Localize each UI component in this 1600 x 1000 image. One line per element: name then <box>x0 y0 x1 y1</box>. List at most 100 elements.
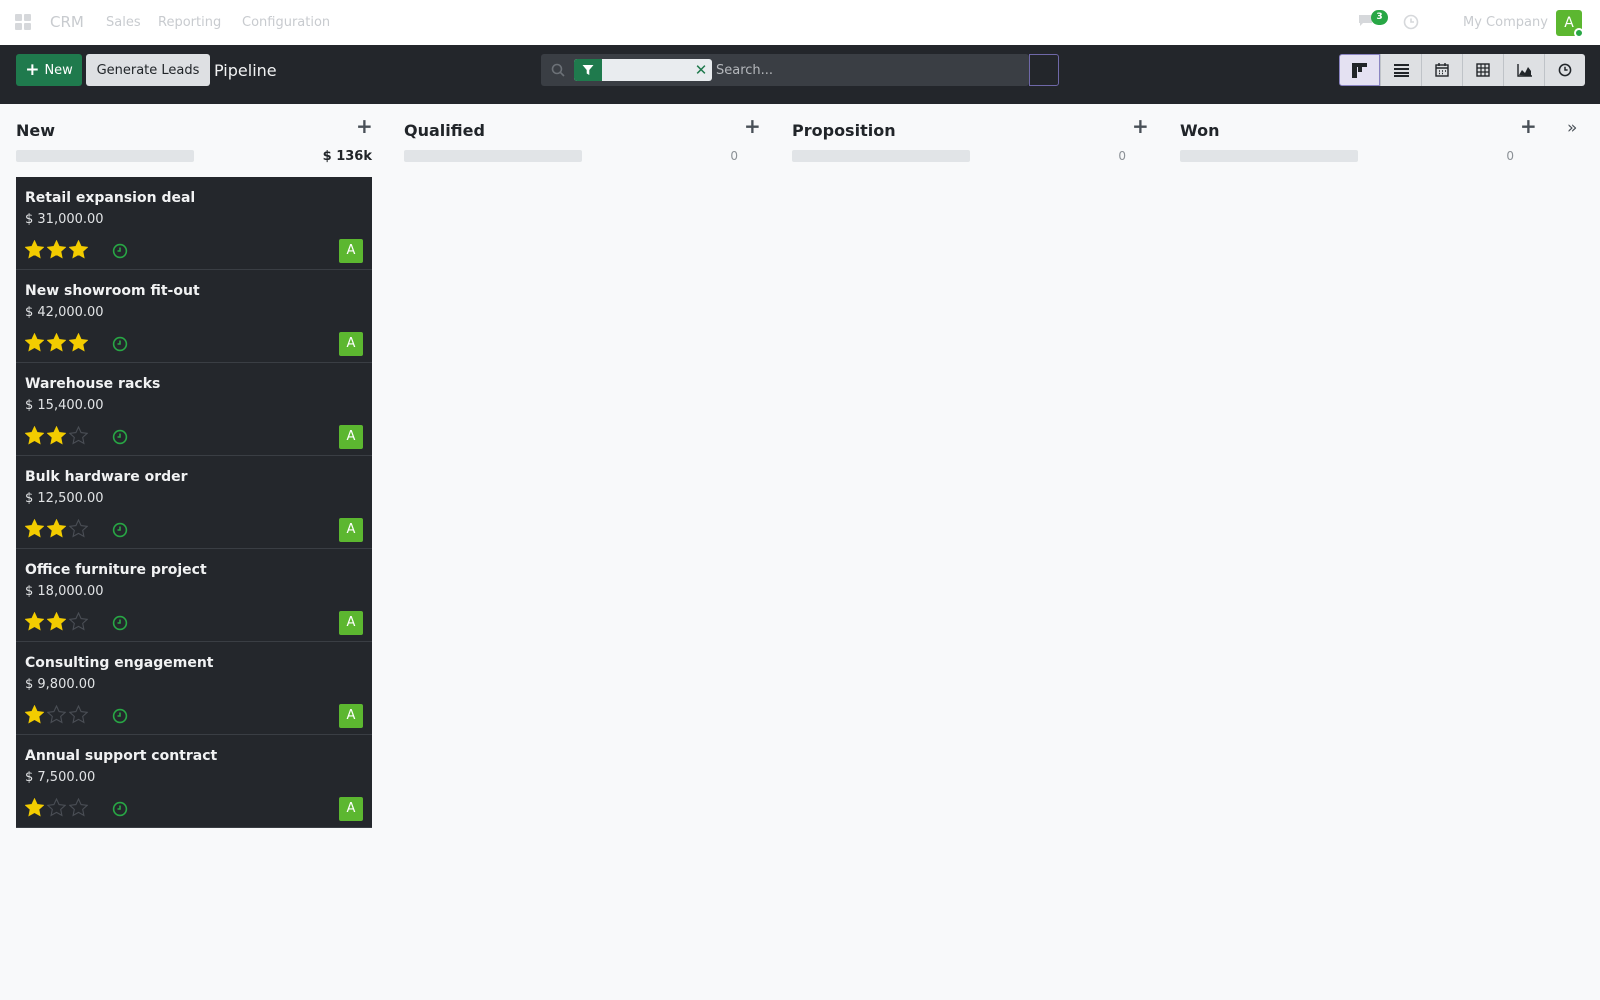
priority-star-icon[interactable] <box>47 333 66 352</box>
search-facet[interactable]: ✕ <box>574 59 712 81</box>
activity-icon <box>1558 63 1572 77</box>
activity-clock-icon[interactable] <box>112 801 128 817</box>
menu-item-sales[interactable]: Sales <box>106 15 141 30</box>
list-icon <box>1393 63 1409 77</box>
quick-create-icon[interactable]: + <box>1520 116 1537 136</box>
menu-item-reporting[interactable]: Reporting <box>158 15 221 30</box>
activity-clock-icon[interactable] <box>112 522 128 538</box>
assignee-avatar[interactable]: A <box>339 518 363 542</box>
priority-star-icon[interactable] <box>47 798 66 817</box>
apps-grid-icon[interactable] <box>15 14 31 30</box>
priority-stars <box>25 612 88 631</box>
company-switcher[interactable]: My Company <box>1463 15 1548 30</box>
activity-clock-icon[interactable] <box>112 429 128 445</box>
chat-count-badge: 3 <box>1371 10 1388 25</box>
new-button[interactable]: + New <box>16 54 82 86</box>
kanban-card[interactable]: Office furniture project $ 18,000.00 A <box>16 549 372 642</box>
kanban-card[interactable]: Consulting engagement $ 9,800.00 A <box>16 642 372 735</box>
stage-total: 0 <box>1506 149 1514 163</box>
kanban-view-button[interactable] <box>1339 54 1380 86</box>
activity-view-button[interactable] <box>1544 54 1585 86</box>
card-title: Bulk hardware order <box>25 469 188 485</box>
stage-progress-bar[interactable] <box>404 150 582 162</box>
activity-clock-icon[interactable] <box>112 708 128 724</box>
quick-create-icon[interactable]: + <box>1132 116 1149 136</box>
calendar-view-button[interactable] <box>1421 54 1462 86</box>
card-amount: $ 9,800.00 <box>25 677 96 692</box>
priority-star-icon[interactable] <box>25 519 44 538</box>
assignee-avatar[interactable]: A <box>339 425 363 449</box>
activity-clock-icon[interactable] <box>112 336 128 352</box>
search-input[interactable] <box>716 58 1016 82</box>
search-options-toggle[interactable] <box>1029 54 1059 86</box>
activity-clock-icon[interactable] <box>112 243 128 259</box>
priority-star-icon[interactable] <box>47 519 66 538</box>
stage-title[interactable]: Won <box>1180 121 1219 140</box>
stage-title[interactable]: Qualified <box>404 121 485 140</box>
stage-progress-bar[interactable] <box>1180 150 1358 162</box>
assignee-avatar[interactable]: A <box>339 611 363 635</box>
pivot-icon <box>1476 63 1490 77</box>
priority-star-icon[interactable] <box>47 612 66 631</box>
priority-stars <box>25 798 88 817</box>
stage-title[interactable]: Proposition <box>792 121 896 140</box>
priority-stars <box>25 426 88 445</box>
card-title: Consulting engagement <box>25 655 214 671</box>
kanban-card[interactable]: New showroom fit-out $ 42,000.00 A <box>16 270 372 363</box>
priority-star-icon[interactable] <box>25 612 44 631</box>
stage-title[interactable]: New <box>16 121 55 140</box>
priority-star-icon[interactable] <box>25 798 44 817</box>
user-status-dot <box>1574 28 1584 38</box>
fold-columns-icon[interactable]: » <box>1567 118 1577 138</box>
stage-total: 0 <box>730 149 738 163</box>
kanban-card-list: Retail expansion deal $ 31,000.00 A New … <box>16 177 372 828</box>
pivot-view-button[interactable] <box>1462 54 1503 86</box>
priority-stars <box>25 240 88 259</box>
priority-star-icon[interactable] <box>69 240 88 259</box>
calendar-icon <box>1435 63 1449 77</box>
quick-create-icon[interactable]: + <box>356 116 373 136</box>
graph-view-button[interactable] <box>1503 54 1544 86</box>
clock-icon[interactable] <box>1403 14 1419 30</box>
priority-star-icon[interactable] <box>25 240 44 259</box>
kanban-card[interactable]: Retail expansion deal $ 31,000.00 A <box>16 177 372 270</box>
menu-item-configuration[interactable]: Configuration <box>242 15 330 30</box>
stage-total: 0 <box>1118 149 1126 163</box>
assignee-avatar[interactable]: A <box>339 797 363 821</box>
quick-create-icon[interactable]: + <box>744 116 761 136</box>
search-icon <box>551 63 565 77</box>
assignee-avatar[interactable]: A <box>339 239 363 263</box>
kanban-card[interactable]: Annual support contract $ 7,500.00 A <box>16 735 372 828</box>
priority-stars <box>25 519 88 538</box>
facet-close-icon[interactable]: ✕ <box>690 59 712 81</box>
priority-star-icon[interactable] <box>25 426 44 445</box>
priority-star-icon[interactable] <box>25 333 44 352</box>
graph-icon <box>1516 63 1532 77</box>
plus-icon: + <box>25 59 40 80</box>
generate-leads-button[interactable]: Generate Leads <box>86 54 210 86</box>
kanban-card[interactable]: Bulk hardware order $ 12,500.00 A <box>16 456 372 549</box>
app-brand[interactable]: CRM <box>50 13 84 31</box>
priority-star-icon[interactable] <box>47 426 66 445</box>
assignee-avatar[interactable]: A <box>339 704 363 728</box>
priority-star-icon[interactable] <box>69 333 88 352</box>
search-bar[interactable]: ✕ <box>541 54 1029 86</box>
priority-star-icon[interactable] <box>69 519 88 538</box>
priority-star-icon[interactable] <box>69 705 88 724</box>
card-title: Warehouse racks <box>25 376 161 392</box>
card-title: Office furniture project <box>25 562 207 578</box>
priority-star-icon[interactable] <box>69 612 88 631</box>
stage-progress-bar[interactable] <box>792 150 970 162</box>
priority-star-icon[interactable] <box>69 426 88 445</box>
priority-star-icon[interactable] <box>47 705 66 724</box>
activity-clock-icon[interactable] <box>112 615 128 631</box>
assignee-avatar[interactable]: A <box>339 332 363 356</box>
priority-star-icon[interactable] <box>47 240 66 259</box>
priority-star-icon[interactable] <box>25 705 44 724</box>
kanban-card[interactable]: Warehouse racks $ 15,400.00 A <box>16 363 372 456</box>
stage-progress-bar[interactable] <box>16 150 194 162</box>
card-title: Retail expansion deal <box>25 190 196 206</box>
priority-star-icon[interactable] <box>69 798 88 817</box>
list-view-button[interactable] <box>1380 54 1421 86</box>
card-title: New showroom fit-out <box>25 283 200 299</box>
